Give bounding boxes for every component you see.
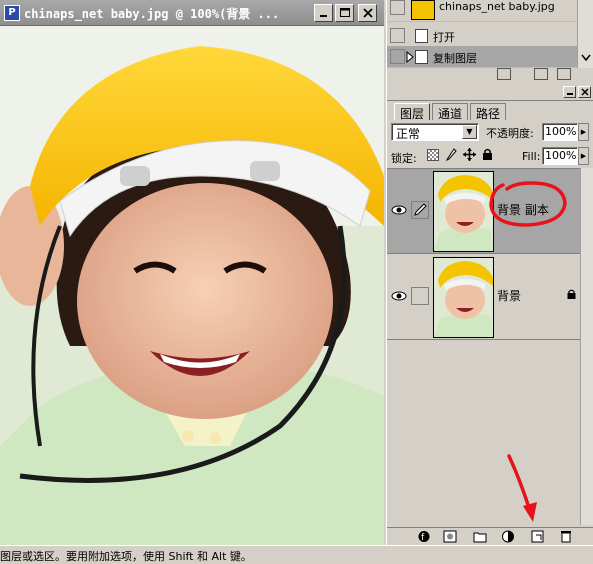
tab-channels[interactable]: 通道 xyxy=(432,103,469,121)
blend-mode-select[interactable]: 正常 ▼ xyxy=(391,123,479,141)
fill-label: Fill: xyxy=(522,150,541,163)
delete-state-button[interactable] xyxy=(557,68,571,80)
layers-panel-header[interactable] xyxy=(387,84,593,101)
history-item-open[interactable]: 打开 xyxy=(387,25,577,47)
layer-row-background[interactable]: 背景 xyxy=(387,255,581,340)
minimize-icon xyxy=(566,93,573,95)
status-text: 图层或选区。要用附加选项，使用 Shift 和 Alt 键。 xyxy=(0,550,252,563)
maximize-icon xyxy=(339,8,350,17)
create-new-layer-icon[interactable] xyxy=(531,530,545,543)
lock-icon xyxy=(567,289,576,299)
layers-scrollbar[interactable] xyxy=(580,168,593,525)
minimize-icon xyxy=(319,15,327,17)
eye-visibility-icon[interactable] xyxy=(391,204,407,216)
new-snapshot-button[interactable] xyxy=(534,68,548,80)
tab-layers[interactable]: 图层 xyxy=(394,103,431,121)
layer-style-icon[interactable]: f xyxy=(417,530,431,543)
layer-name[interactable]: 背景 xyxy=(497,287,521,304)
photoshop-icon: P xyxy=(4,5,20,21)
document-title: chinaps_net baby.jpg @ 100%(背景 ... xyxy=(24,7,280,21)
history-panel: chinaps_net baby.jpg 打开 复制图层 xyxy=(386,0,593,84)
history-snapshot-label: chinaps_net baby.jpg xyxy=(439,0,555,13)
fill-input[interactable]: 100% xyxy=(542,147,578,165)
history-snapshot[interactable]: chinaps_net baby.jpg xyxy=(387,0,577,22)
close-button[interactable] xyxy=(358,4,377,22)
new-layer-set-folder-icon[interactable] xyxy=(473,530,487,543)
red-annotation-arrow xyxy=(507,454,537,522)
scroll-down-icon xyxy=(581,54,591,62)
history-source-checkbox[interactable] xyxy=(390,0,405,15)
document-titlebar[interactable]: P chinaps_net baby.jpg @ 100%(背景 ... xyxy=(0,0,384,26)
paintbrush-icon xyxy=(414,203,427,216)
layers-panel: 图层 通道 路径 正常 ▼ 不透明度: 100% ▶ 锁定: Fill: 100… xyxy=(386,84,593,545)
fill-value: 100% xyxy=(545,149,577,162)
red-annotation-circle xyxy=(489,181,567,227)
history-state-pointer-icon xyxy=(406,51,414,63)
tab-paths[interactable]: 路径 xyxy=(470,103,507,121)
document-window: P chinaps_net baby.jpg @ 100%(背景 ... xyxy=(0,0,384,545)
lock-all-icon[interactable] xyxy=(482,148,493,161)
delete-layer-trash-icon[interactable] xyxy=(559,530,573,543)
minimize-button[interactable] xyxy=(314,4,333,22)
add-layer-mask-icon[interactable] xyxy=(443,530,457,543)
lock-position-move-icon[interactable] xyxy=(463,148,476,161)
new-fill-adjustment-layer-icon[interactable] xyxy=(501,530,515,543)
layer-row-background-copy[interactable]: 背景 副本 xyxy=(387,169,581,254)
layer-thumbnail xyxy=(433,171,494,252)
history-source-checkbox[interactable] xyxy=(390,28,405,43)
layer-thumbnail xyxy=(433,257,494,338)
opacity-input[interactable]: 100% xyxy=(542,123,578,141)
snapshot-thumbnail xyxy=(411,0,435,20)
history-item-duplicate-layer[interactable]: 复制图层 xyxy=(387,46,577,68)
lock-transparency-icon[interactable] xyxy=(427,149,439,161)
history-item-label: 复制图层 xyxy=(433,52,477,65)
close-icon xyxy=(580,88,589,96)
image-canvas[interactable] xyxy=(0,26,384,545)
layer-brush-link-box[interactable] xyxy=(411,201,429,219)
layer-link-box[interactable] xyxy=(411,287,429,305)
document-icon xyxy=(415,29,428,43)
opacity-slider-arrow[interactable]: ▶ xyxy=(578,123,589,141)
document-icon xyxy=(415,50,428,64)
close-icon xyxy=(362,8,373,18)
blend-mode-value: 正常 xyxy=(396,127,421,141)
chevron-down-icon: ▼ xyxy=(462,125,477,139)
new-document-from-state-button[interactable] xyxy=(497,68,511,80)
opacity-label: 不透明度: xyxy=(486,127,534,140)
maximize-button[interactable] xyxy=(335,4,354,22)
history-item-label: 打开 xyxy=(433,31,455,44)
lock-label: 锁定: xyxy=(391,152,417,165)
panel-close-button[interactable] xyxy=(578,86,591,98)
opacity-value: 100% xyxy=(545,125,577,138)
layers-bottom-toolbar: f xyxy=(387,527,593,545)
panel-minimize-button[interactable] xyxy=(563,86,576,98)
layers-list: 背景 副本 背景 xyxy=(387,168,581,518)
eye-visibility-icon[interactable] xyxy=(391,290,407,302)
lock-image-brush-icon[interactable] xyxy=(445,148,457,162)
baby-photo xyxy=(0,26,384,545)
history-source-checkbox[interactable] xyxy=(390,49,405,64)
history-scrollbar[interactable] xyxy=(577,0,593,68)
status-bar: 图层或选区。要用附加选项，使用 Shift 和 Alt 键。 xyxy=(0,545,593,564)
fill-slider-arrow[interactable]: ▶ xyxy=(578,147,589,165)
